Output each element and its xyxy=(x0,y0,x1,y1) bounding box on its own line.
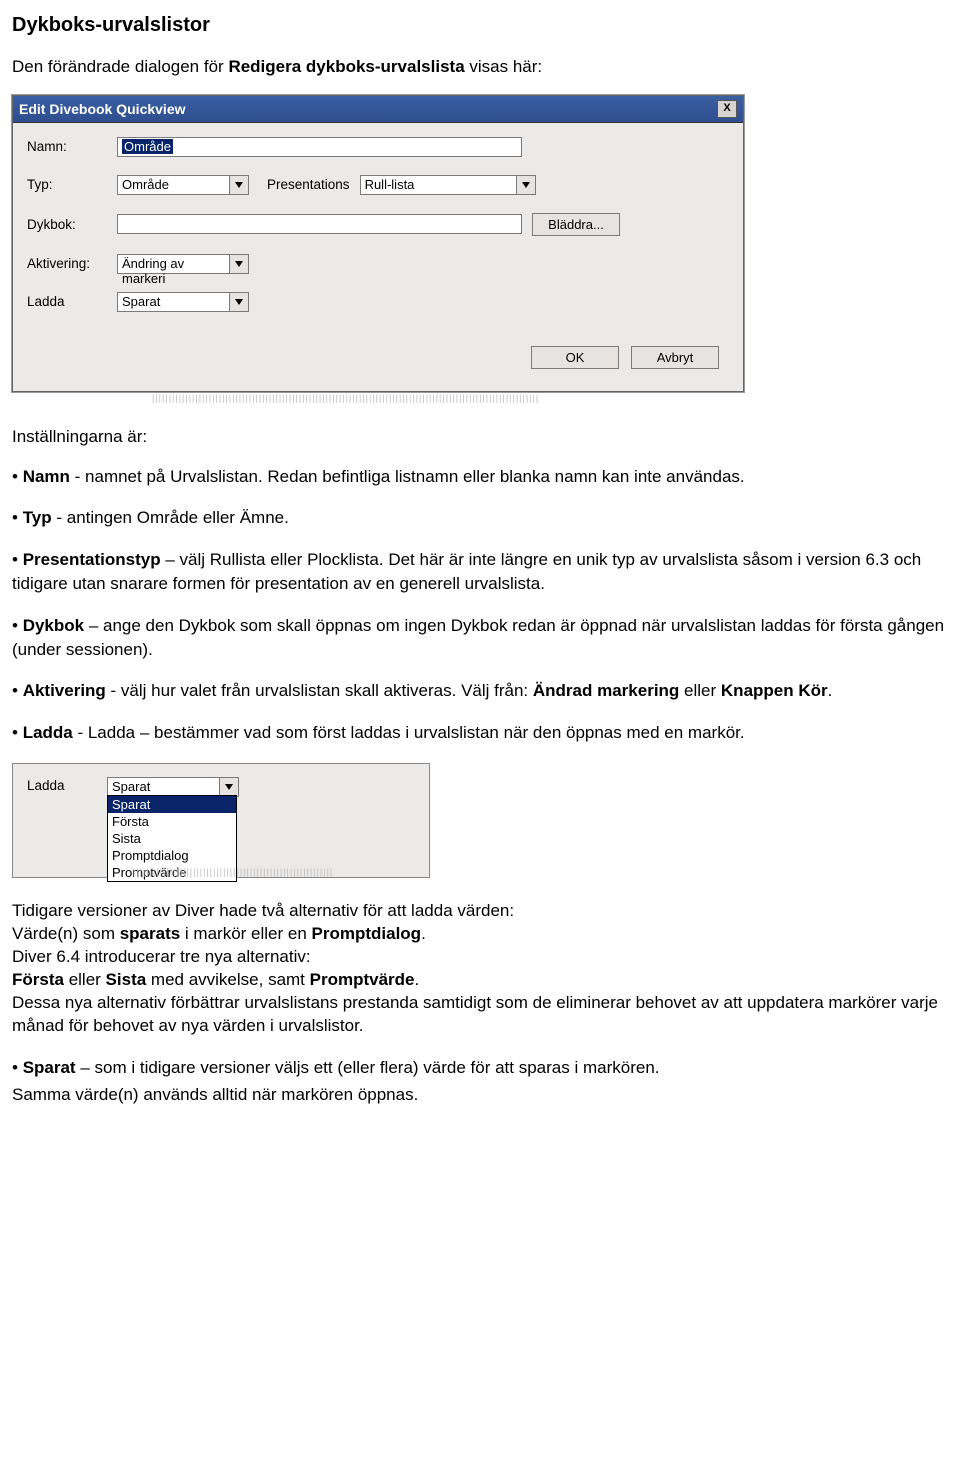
dd-option[interactable]: Sista xyxy=(108,830,236,847)
browse-button[interactable]: Bläddra... xyxy=(532,213,620,236)
cancel-button[interactable]: Avbryt xyxy=(631,346,719,369)
dd-option[interactable]: Sparat xyxy=(108,796,236,813)
namn-input[interactable]: Område xyxy=(122,139,173,154)
page-title: Dykboks-urvalslistor xyxy=(12,14,948,37)
namn-label: Namn: xyxy=(27,139,117,154)
ok-button[interactable]: OK xyxy=(531,346,619,369)
typ-label: Typ: xyxy=(27,177,117,192)
faded-caption: ||||||||||||||||||||||||||||||||||||||||… xyxy=(12,393,948,403)
after-block: Tidigare versioner av Diver hade två alt… xyxy=(12,900,948,1038)
edit-divebook-dialog: Edit Divebook Quickview X Namn: Område T… xyxy=(12,95,744,392)
bullet-presentationstyp: Presentationstyp – välj Rullista eller P… xyxy=(12,548,948,596)
dykbok-label: Dykbok: xyxy=(27,217,117,232)
last-line: Samma värde(n) används alltid när markör… xyxy=(12,1083,948,1107)
presentations-combo[interactable]: Rull-lista xyxy=(360,175,536,195)
typ-combo[interactable]: Område xyxy=(117,175,249,195)
settings-lead: Inställningarna är: xyxy=(12,425,948,449)
ladda2-combo[interactable]: Sparat xyxy=(107,777,239,797)
dialog-titlebar: Edit Divebook Quickview X xyxy=(13,96,743,123)
presentations-label: Presentations xyxy=(267,177,350,192)
ladda2-label: Ladda xyxy=(27,776,107,793)
bullet-aktivering: Aktivering - välj hur valet från urvalsl… xyxy=(12,679,948,703)
chevron-down-icon xyxy=(229,254,249,274)
dd-option[interactable]: Första xyxy=(108,813,236,830)
dykbok-input[interactable] xyxy=(117,214,522,234)
intro-paragraph: Den förändrade dialogen för Redigera dyk… xyxy=(12,55,948,79)
bullet-ladda: Ladda - Ladda – bestämmer vad som först … xyxy=(12,721,948,745)
bullet-sparat: Sparat – som i tidigare versioner väljs … xyxy=(12,1056,948,1080)
aktivering-combo[interactable]: Ändring av markeri xyxy=(117,254,249,274)
bullet-dykbok: Dykbok – ange den Dykbok som skall öppna… xyxy=(12,614,948,662)
bullet-namn: Namn - namnet på Urvalslistan. Redan bef… xyxy=(12,465,948,489)
ladda-dropdown-screenshot: Ladda Sparat Sparat Första Sista Promptd… xyxy=(12,763,430,878)
ladda-combo[interactable]: Sparat xyxy=(117,292,249,312)
close-button[interactable]: X xyxy=(717,100,737,118)
chevron-down-icon xyxy=(219,777,239,797)
chevron-down-icon xyxy=(516,175,536,195)
chevron-down-icon xyxy=(229,175,249,195)
bullet-typ: Typ - antingen Område eller Ämne. xyxy=(12,506,948,530)
ladda-label: Ladda xyxy=(27,294,117,309)
dialog-title: Edit Divebook Quickview xyxy=(19,101,186,117)
aktivering-label: Aktivering: xyxy=(27,256,117,271)
dd-option[interactable]: Promptdialog xyxy=(108,847,236,864)
chevron-down-icon xyxy=(229,292,249,312)
